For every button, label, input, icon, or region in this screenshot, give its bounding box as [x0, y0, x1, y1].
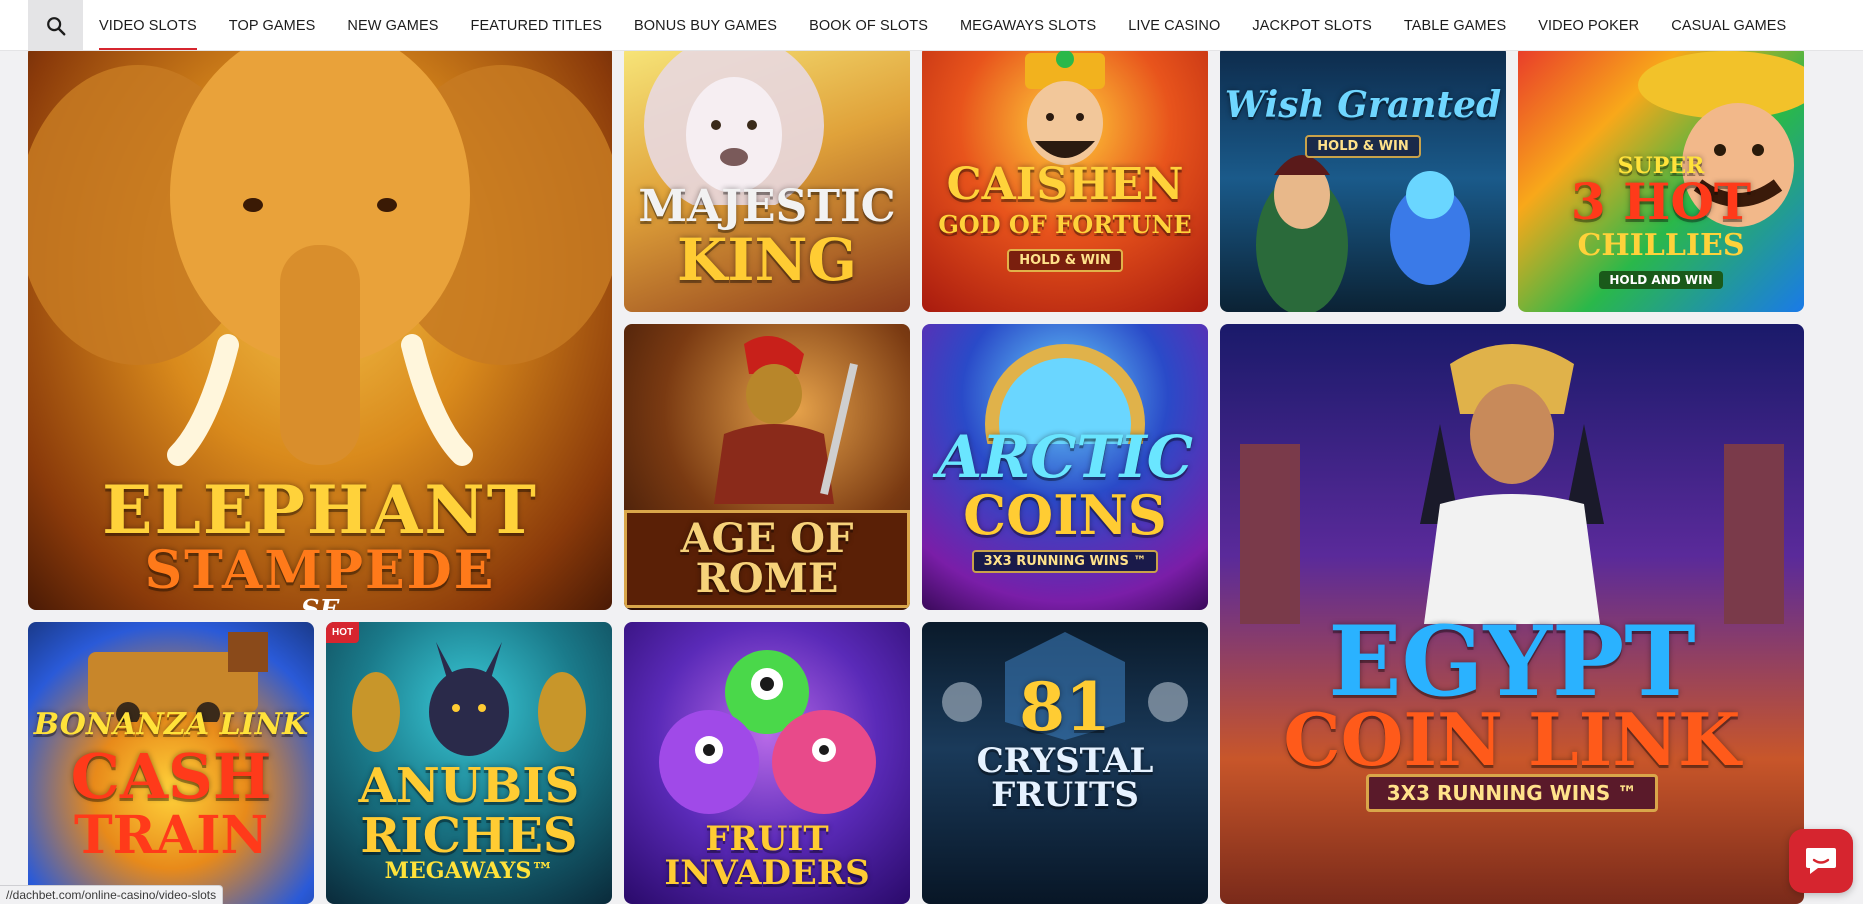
game-tile-arctic-coins[interactable]: ARCTIC COINS 3X3 RUNNING WINS ™ — [922, 324, 1208, 610]
tile-subtitle: STAMPEDE — [144, 540, 496, 601]
nav-top-games[interactable]: TOP GAMES — [229, 0, 316, 51]
tile-subtitle: TRAIN — [73, 805, 269, 866]
tile-tag: 3X3 RUNNING WINS ™ — [922, 550, 1208, 573]
game-tile-majestic-king[interactable]: MAJESTIC KING — [624, 45, 910, 312]
search-button[interactable] — [28, 0, 83, 51]
game-tile-wish-granted[interactable]: Wish Granted HOLD & WIN — [1220, 45, 1506, 312]
tile-tag-label: 3X3 RUNNING WINS ™ — [1365, 774, 1659, 812]
nav-megaways-slots[interactable]: MEGAWAYS SLOTS — [960, 0, 1096, 51]
tile-tag: HOLD & WIN — [1220, 135, 1506, 158]
game-tile-egypt-coin-link[interactable]: EGYPT COIN LINK 3X3 RUNNING WINS ™ — [1220, 324, 1804, 904]
search-icon — [46, 16, 65, 35]
nav-live-casino[interactable]: LIVE CASINO — [1128, 0, 1220, 51]
nav-video-slots[interactable]: VIDEO SLOTS — [99, 0, 197, 51]
tile-title: 3 HOT — [1570, 172, 1752, 231]
tile-title: ELEPHANT — [102, 471, 538, 549]
game-tile-super-3-hot-chillies[interactable]: SUPER 3 HOT CHILLIES HOLD AND WIN — [1518, 45, 1804, 312]
tile-number: 81 — [1019, 668, 1111, 746]
caishen-artwork — [1025, 50, 1105, 165]
tile-tag-label: HOLD AND WIN — [1599, 271, 1723, 289]
tile-subtitle: CHILLIES — [1577, 228, 1745, 263]
nav-featured-titles[interactable]: FEATURED TITLES — [471, 0, 602, 51]
tile-title: CAISHEN — [946, 159, 1184, 210]
tile-tag: HOLD & WIN — [922, 249, 1208, 272]
game-tile-caishen-god-of-fortune[interactable]: CAISHEN GOD OF FORTUNE HOLD & WIN — [922, 45, 1208, 312]
tile-title-label: AGE OF ROME — [624, 510, 910, 608]
top-nav: VIDEO SLOTS TOP GAMES NEW GAMES FEATURED… — [0, 0, 1863, 51]
nav-video-poker[interactable]: VIDEO POKER — [1538, 0, 1639, 51]
nav-casual-games[interactable]: CASUAL GAMES — [1671, 0, 1786, 51]
tile-tag-label: HOLD & WIN — [1007, 249, 1123, 272]
tile-tag-label: HOLD & WIN — [1305, 135, 1421, 158]
tile-title: EGYPT — [1328, 605, 1696, 718]
live-chat-button[interactable] — [1789, 829, 1853, 893]
elephant-artwork — [28, 45, 612, 466]
nav-jackpot-slots[interactable]: JACKPOT SLOTS — [1252, 0, 1371, 51]
tile-edition: SE — [300, 595, 340, 610]
game-tile-age-of-rome[interactable]: AGE OF ROME — [624, 324, 910, 610]
tile-subtitle: RICHES — [360, 808, 578, 864]
tile-title: ANUBIS — [358, 758, 580, 814]
tile-subtitle: KING — [676, 226, 858, 294]
nav-bonus-buy-games[interactable]: BONUS BUY GAMES — [634, 0, 777, 51]
monsters-artwork — [659, 650, 876, 814]
tile-subtitle: COINS — [963, 483, 1167, 547]
tile-title: CASH — [70, 740, 272, 813]
game-tile-bonanza-link-cash-train[interactable]: BONANZA LINK CASH TRAIN — [28, 622, 314, 904]
tile-prefix: BONANZA LINK — [33, 707, 309, 742]
tile-title: Wish Granted — [1224, 84, 1502, 126]
game-tile-fruit-invaders[interactable]: FRUIT INVADERS — [624, 622, 910, 904]
tile-title: FRUIT INVADERS — [664, 819, 870, 893]
tile-title: AGE OF ROME — [624, 510, 910, 608]
game-tile-anubis-riches-megaways[interactable]: HOT ANUBIS RICHES MEGAWAYS™ — [326, 622, 612, 904]
nav-table-games[interactable]: TABLE GAMES — [1404, 0, 1506, 51]
tile-edition: MEGAWAYS™ — [384, 858, 554, 884]
tile-tag: 3X3 RUNNING WINS ™ — [1220, 774, 1804, 812]
game-tile-81-crystal-fruits[interactable]: 81 CRYSTAL FRUITS — [922, 622, 1208, 904]
tile-subtitle: COIN LINK — [1283, 697, 1741, 782]
tile-tag: HOLD AND WIN — [1518, 271, 1804, 289]
tile-title: CRYSTAL FRUITS — [976, 741, 1154, 815]
anubis-artwork — [352, 642, 586, 756]
nav-new-games[interactable]: NEW GAMES — [347, 0, 438, 51]
gladiator-artwork — [714, 336, 858, 504]
game-tile-elephant-stampede[interactable]: ELEPHANT STAMPEDE SE — [28, 45, 612, 610]
status-bar-url: //dachbet.com/online-casino/video-slots — [0, 885, 224, 904]
chat-icon — [1806, 848, 1836, 874]
hot-badge: HOT — [326, 622, 360, 643]
tile-title: MAJESTIC — [638, 181, 896, 232]
tile-title: ARCTIC — [937, 423, 1193, 491]
tile-tag-label: 3X3 RUNNING WINS ™ — [971, 550, 1159, 573]
cleopatra-artwork — [1240, 344, 1784, 624]
tile-subtitle: GOD OF FORTUNE — [938, 210, 1192, 239]
nav-book-of-slots[interactable]: BOOK OF SLOTS — [809, 0, 928, 51]
category-nav: VIDEO SLOTS TOP GAMES NEW GAMES FEATURED… — [99, 0, 1786, 51]
